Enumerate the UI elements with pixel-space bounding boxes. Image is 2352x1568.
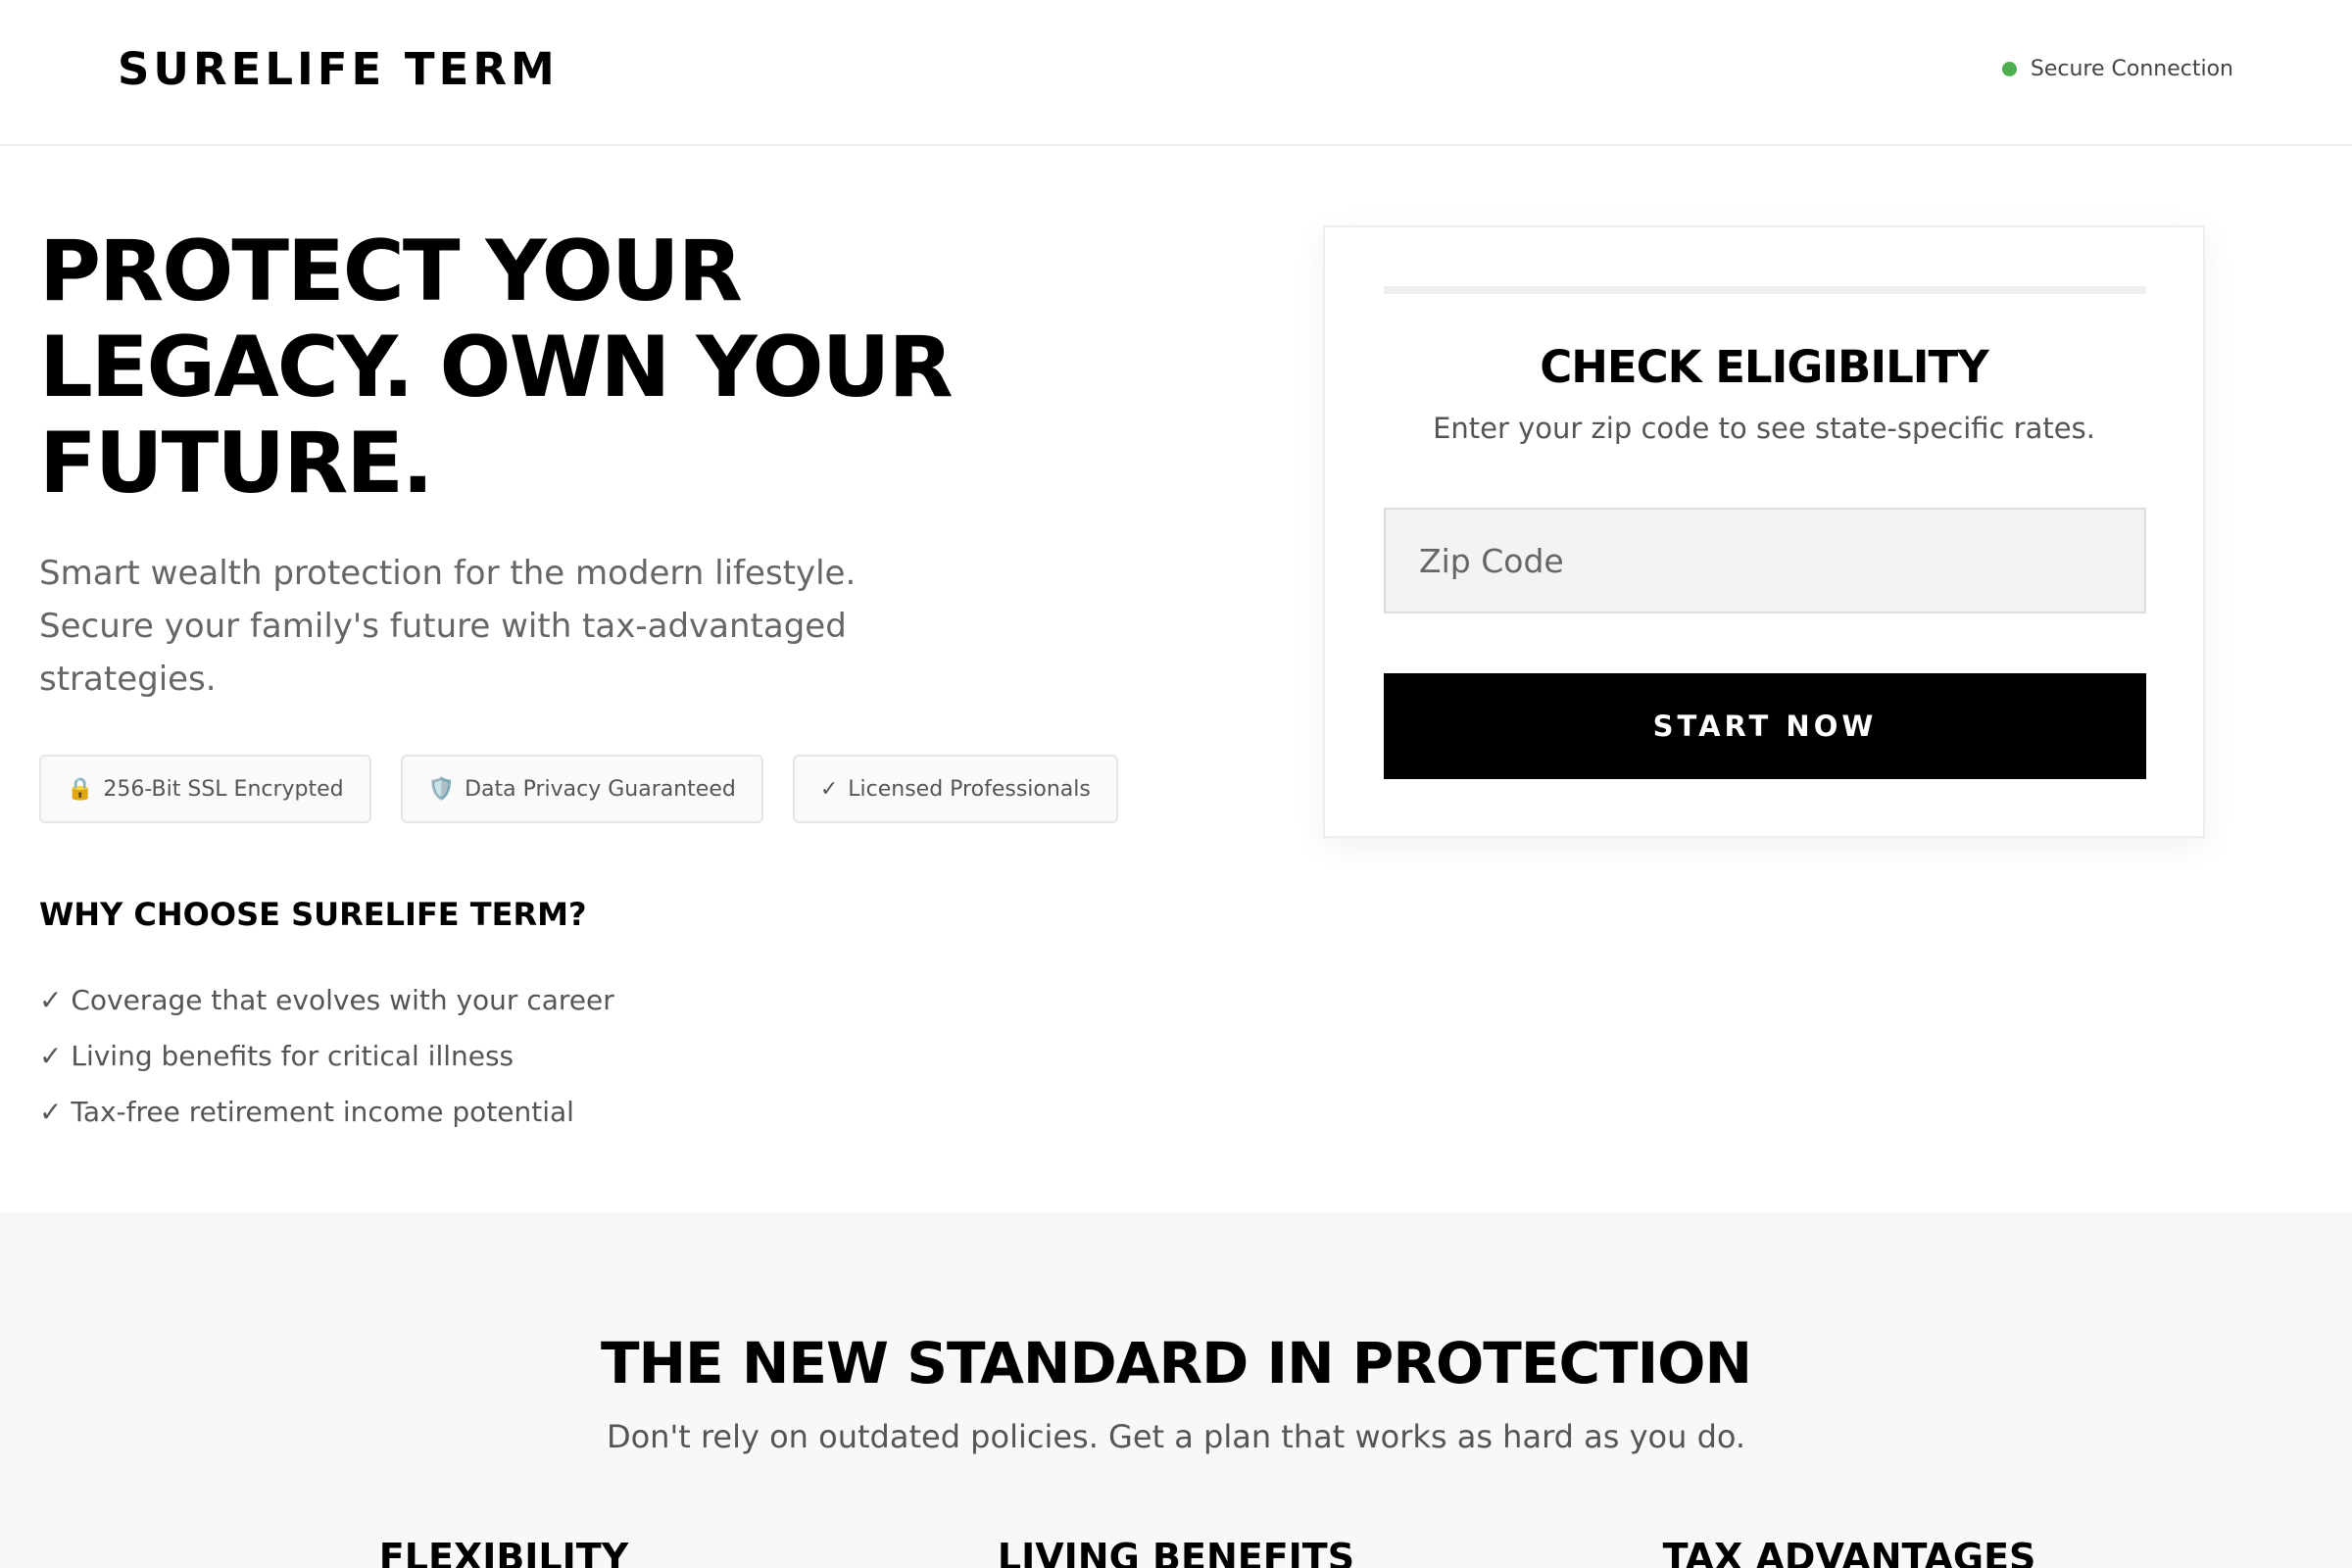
secure-status-dot-icon <box>2001 62 2017 76</box>
hero-subtitle: Smart wealth protection for the modern l… <box>39 554 857 699</box>
badge-privacy: 🛡️ Data Privacy Guaranteed <box>400 755 763 823</box>
why-choose-heading: WHY CHOOSE SURELIFE TERM? <box>39 896 587 933</box>
feature-flexibility-title: FLEXIBILITY <box>378 1536 629 1568</box>
badge-label: Licensed Professionals <box>848 776 1091 802</box>
feature-tax-advantages-title: TAX ADVANTAGES <box>1662 1536 2036 1568</box>
standard-title: THE NEW STANDARD IN PROTECTION <box>600 1330 1752 1396</box>
feature-living-benefits-title: LIVING BENEFITS <box>997 1536 1355 1568</box>
eligibility-card: CHECK ELIGIBILITY Enter your zip code to… <box>1323 225 2205 838</box>
standard-section: THE NEW STANDARD IN PROTECTION Don't rel… <box>0 1212 2352 1568</box>
badge-label: 256-Bit SSL Encrypted <box>103 776 344 802</box>
check-icon: ✓ <box>819 776 839 802</box>
zip-code-input[interactable] <box>1384 508 2146 613</box>
lock-icon: 🔒 <box>67 776 94 802</box>
eligibility-subtitle: Enter your zip code to see state-specifi… <box>1433 412 2095 445</box>
why-choose-list: ✓ Coverage that evolves with your career… <box>39 972 614 1140</box>
brand-logo[interactable]: SURELIFE TERM <box>118 43 559 95</box>
eligibility-title: CHECK ELIGIBILITY <box>1540 341 1989 393</box>
secure-connection-label: Secure Connection <box>2030 57 2233 81</box>
trust-badges: 🔒 256-Bit SSL Encrypted 🛡️ Data Privacy … <box>39 755 1118 823</box>
badge-label: Data Privacy Guaranteed <box>465 776 736 802</box>
progress-bar <box>1384 286 2146 294</box>
standard-subtitle: Don't rely on outdated policies. Get a p… <box>606 1418 1746 1455</box>
list-item: ✓ Living benefits for critical illness <box>39 1040 514 1072</box>
hero-title: PROTECT YOUR LEGACY. OWN YOUR FUTURE. <box>39 222 954 513</box>
secure-connection-indicator: Secure Connection <box>2001 57 2233 81</box>
badge-ssl: 🔒 256-Bit SSL Encrypted <box>39 755 371 823</box>
shield-icon: 🛡️ <box>427 776 456 802</box>
site-header: SURELIFE TERM Secure Connection <box>0 0 2352 146</box>
list-item: ✓ Tax-free retirement income potential <box>39 1096 574 1128</box>
list-item: ✓ Coverage that evolves with your career <box>39 984 614 1016</box>
badge-licensed: ✓ Licensed Professionals <box>792 755 1118 823</box>
start-now-button[interactable]: START NOW <box>1384 673 2146 779</box>
